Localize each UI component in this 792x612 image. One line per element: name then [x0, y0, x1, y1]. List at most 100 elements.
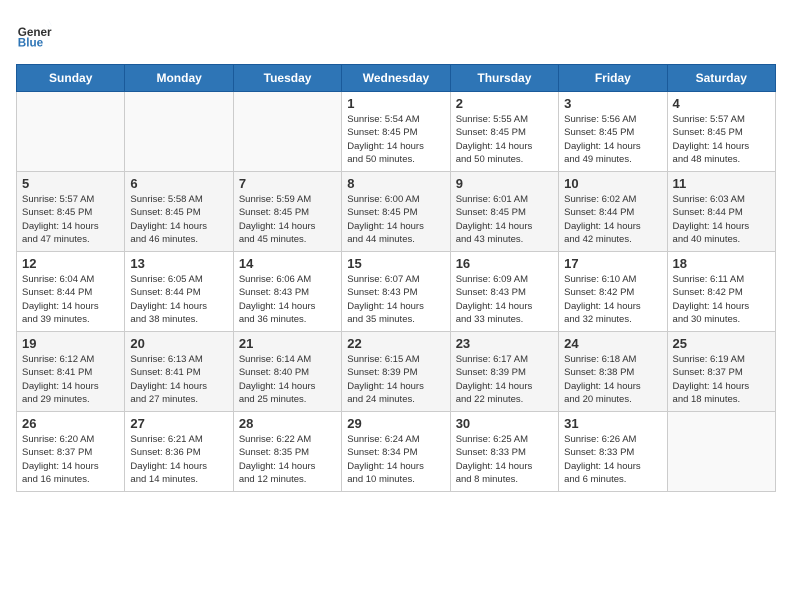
days-header-row: SundayMondayTuesdayWednesdayThursdayFrid… — [17, 65, 776, 92]
day-number: 5 — [22, 176, 119, 191]
calendar-cell: 2Sunrise: 5:55 AM Sunset: 8:45 PM Daylig… — [450, 92, 558, 172]
day-header-saturday: Saturday — [667, 65, 775, 92]
calendar-cell — [233, 92, 341, 172]
day-info: Sunrise: 6:22 AM Sunset: 8:35 PM Dayligh… — [239, 433, 336, 486]
week-row-2: 5Sunrise: 5:57 AM Sunset: 8:45 PM Daylig… — [17, 172, 776, 252]
day-number: 10 — [564, 176, 661, 191]
day-info: Sunrise: 5:58 AM Sunset: 8:45 PM Dayligh… — [130, 193, 227, 246]
day-number: 6 — [130, 176, 227, 191]
calendar-cell: 25 Sunrise: 6:19 AM Sunset: 8:37 PM Dayli… — [667, 332, 775, 412]
day-info: Sunrise: 5:54 AM Sunset: 8:45 PM Dayligh… — [347, 113, 444, 166]
day-info: Sunrise: 6:00 AM Sunset: 8:45 PM Dayligh… — [347, 193, 444, 246]
day-info: Sunrise: 6:03 AM Sunset: 8:44 PM Dayligh… — [673, 193, 770, 246]
day-header-monday: Monday — [125, 65, 233, 92]
day-info: Sunrise: 6:21 AM Sunset: 8:36 PM Dayligh… — [130, 433, 227, 486]
day-info: Sunrise: 6:12 AM Sunset: 8:41 PM Dayligh… — [22, 353, 119, 406]
day-info: Sunrise: 6:14 AM Sunset: 8:40 PM Dayligh… — [239, 353, 336, 406]
calendar-cell: 4 Sunrise: 5:57 AM Sunset: 8:45 PM Daylig… — [667, 92, 775, 172]
day-header-friday: Friday — [559, 65, 667, 92]
day-info: Sunrise: 6:11 AM Sunset: 8:42 PM Dayligh… — [673, 273, 770, 326]
day-number: 26 — [22, 416, 119, 431]
day-info: Sunrise: 5:57 AM Sunset: 8:45 PM Dayligh… — [673, 113, 770, 166]
week-row-1: 1 Sunrise: 5:54 AM Sunset: 8:45 PM Daylig… — [17, 92, 776, 172]
calendar-cell: 21 Sunrise: 6:14 AM Sunset: 8:40 PM Dayli… — [233, 332, 341, 412]
day-info: Sunrise: 6:10 AM Sunset: 8:42 PM Dayligh… — [564, 273, 661, 326]
day-info: Sunrise: 6:25 AM Sunset: 8:33 PM Dayligh… — [456, 433, 553, 486]
day-number: 8 — [347, 176, 444, 191]
day-number: 9 — [456, 176, 553, 191]
day-number: 1 — [347, 96, 444, 111]
calendar-cell: 13 Sunrise: 6:05 AM Sunset: 8:44 PM Dayli… — [125, 252, 233, 332]
calendar-cell: 31Sunrise: 6:26 AM Sunset: 8:33 PM Dayli… — [559, 412, 667, 492]
day-info: Sunrise: 6:01 AM Sunset: 8:45 PM Dayligh… — [456, 193, 553, 246]
calendar-cell — [17, 92, 125, 172]
day-info: Sunrise: 6:09 AM Sunset: 8:43 PM Dayligh… — [456, 273, 553, 326]
calendar-cell — [125, 92, 233, 172]
day-info: Sunrise: 5:56 AM Sunset: 8:45 PM Dayligh… — [564, 113, 661, 166]
calendar-table: SundayMondayTuesdayWednesdayThursdayFrid… — [16, 64, 776, 492]
calendar-cell: 24 Sunrise: 6:18 AM Sunset: 8:38 PM Dayli… — [559, 332, 667, 412]
calendar-cell: 5Sunrise: 5:57 AM Sunset: 8:45 PM Daylig… — [17, 172, 125, 252]
day-number: 25 — [673, 336, 770, 351]
day-info: Sunrise: 5:59 AM Sunset: 8:45 PM Dayligh… — [239, 193, 336, 246]
calendar-cell: 22 Sunrise: 6:15 AM Sunset: 8:39 PM Dayli… — [342, 332, 450, 412]
day-number: 27 — [130, 416, 227, 431]
day-number: 7 — [239, 176, 336, 191]
day-number: 24 — [564, 336, 661, 351]
calendar-cell: 26 Sunrise: 6:20 AM Sunset: 8:37 PM Dayli… — [17, 412, 125, 492]
day-info: Sunrise: 6:19 AM Sunset: 8:37 PM Dayligh… — [673, 353, 770, 406]
day-info: Sunrise: 6:15 AM Sunset: 8:39 PM Dayligh… — [347, 353, 444, 406]
day-number: 19 — [22, 336, 119, 351]
calendar-cell: 28Sunrise: 6:22 AM Sunset: 8:35 PM Dayli… — [233, 412, 341, 492]
calendar-cell: 19 Sunrise: 6:12 AM Sunset: 8:41 PM Dayli… — [17, 332, 125, 412]
day-number: 13 — [130, 256, 227, 271]
calendar-cell: 14Sunrise: 6:06 AM Sunset: 8:43 PM Dayli… — [233, 252, 341, 332]
day-number: 22 — [347, 336, 444, 351]
calendar-cell: 27 Sunrise: 6:21 AM Sunset: 8:36 PM Dayli… — [125, 412, 233, 492]
calendar-cell: 8 Sunrise: 6:00 AM Sunset: 8:45 PM Daylig… — [342, 172, 450, 252]
calendar-cell: 20Sunrise: 6:13 AM Sunset: 8:41 PM Dayli… — [125, 332, 233, 412]
day-number: 11 — [673, 176, 770, 191]
calendar-cell: 10 Sunrise: 6:02 AM Sunset: 8:44 PM Dayli… — [559, 172, 667, 252]
page-header: General Blue — [16, 16, 776, 52]
calendar-cell: 30 Sunrise: 6:25 AM Sunset: 8:33 PM Dayli… — [450, 412, 558, 492]
day-info: Sunrise: 6:20 AM Sunset: 8:37 PM Dayligh… — [22, 433, 119, 486]
calendar-cell: 17 Sunrise: 6:10 AM Sunset: 8:42 PM Dayli… — [559, 252, 667, 332]
day-number: 4 — [673, 96, 770, 111]
day-info: Sunrise: 6:07 AM Sunset: 8:43 PM Dayligh… — [347, 273, 444, 326]
day-info: Sunrise: 6:13 AM Sunset: 8:41 PM Dayligh… — [130, 353, 227, 406]
day-number: 17 — [564, 256, 661, 271]
calendar-cell: 3 Sunrise: 5:56 AM Sunset: 8:45 PM Daylig… — [559, 92, 667, 172]
day-info: Sunrise: 6:02 AM Sunset: 8:44 PM Dayligh… — [564, 193, 661, 246]
calendar-cell: 18 Sunrise: 6:11 AM Sunset: 8:42 PM Dayli… — [667, 252, 775, 332]
day-number: 3 — [564, 96, 661, 111]
day-info: Sunrise: 6:18 AM Sunset: 8:38 PM Dayligh… — [564, 353, 661, 406]
week-row-5: 26 Sunrise: 6:20 AM Sunset: 8:37 PM Dayli… — [17, 412, 776, 492]
logo: General Blue — [16, 16, 56, 52]
calendar-cell: 23Sunrise: 6:17 AM Sunset: 8:39 PM Dayli… — [450, 332, 558, 412]
day-number: 12 — [22, 256, 119, 271]
day-info: Sunrise: 6:17 AM Sunset: 8:39 PM Dayligh… — [456, 353, 553, 406]
week-row-3: 12Sunrise: 6:04 AM Sunset: 8:44 PM Dayli… — [17, 252, 776, 332]
day-number: 30 — [456, 416, 553, 431]
calendar-cell: 15Sunrise: 6:07 AM Sunset: 8:43 PM Dayli… — [342, 252, 450, 332]
calendar-cell: 12Sunrise: 6:04 AM Sunset: 8:44 PM Dayli… — [17, 252, 125, 332]
calendar-cell: 16 Sunrise: 6:09 AM Sunset: 8:43 PM Dayli… — [450, 252, 558, 332]
day-info: Sunrise: 6:05 AM Sunset: 8:44 PM Dayligh… — [130, 273, 227, 326]
svg-text:Blue: Blue — [18, 37, 44, 50]
day-header-thursday: Thursday — [450, 65, 558, 92]
day-number: 2 — [456, 96, 553, 111]
calendar-cell: 1 Sunrise: 5:54 AM Sunset: 8:45 PM Daylig… — [342, 92, 450, 172]
calendar-cell: 29 Sunrise: 6:24 AM Sunset: 8:34 PM Dayli… — [342, 412, 450, 492]
calendar-cell: 11 Sunrise: 6:03 AM Sunset: 8:44 PM Dayli… — [667, 172, 775, 252]
day-number: 16 — [456, 256, 553, 271]
calendar-cell: 9 Sunrise: 6:01 AM Sunset: 8:45 PM Daylig… — [450, 172, 558, 252]
day-number: 29 — [347, 416, 444, 431]
week-row-4: 19 Sunrise: 6:12 AM Sunset: 8:41 PM Dayli… — [17, 332, 776, 412]
day-number: 18 — [673, 256, 770, 271]
calendar-cell — [667, 412, 775, 492]
day-number: 21 — [239, 336, 336, 351]
day-info: Sunrise: 6:06 AM Sunset: 8:43 PM Dayligh… — [239, 273, 336, 326]
day-info: Sunrise: 6:24 AM Sunset: 8:34 PM Dayligh… — [347, 433, 444, 486]
day-info: Sunrise: 6:26 AM Sunset: 8:33 PM Dayligh… — [564, 433, 661, 486]
